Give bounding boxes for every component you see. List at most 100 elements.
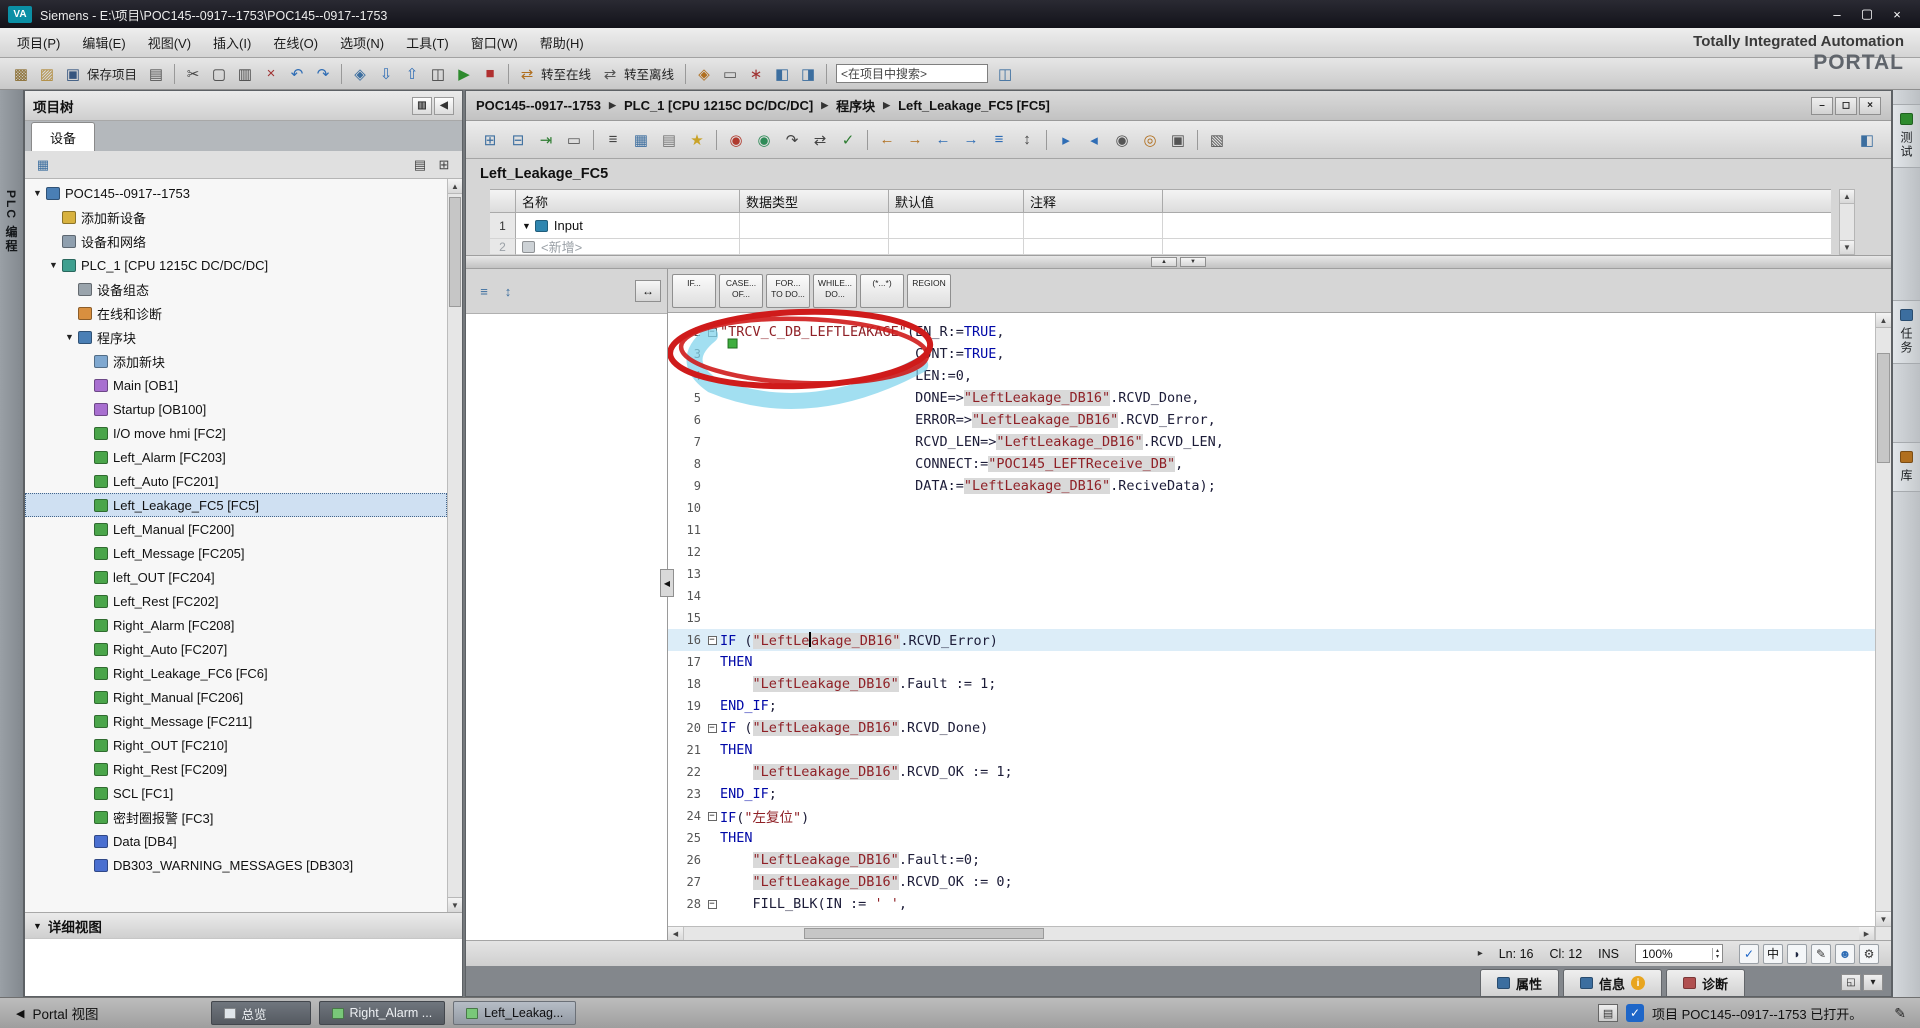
fold-minus-icon[interactable]: − [708,328,717,337]
code-line[interactable]: 14 [668,585,1875,607]
paste-icon[interactable]: ▥ [233,62,257,86]
absolute-operands-icon[interactable]: ≡ [600,127,626,153]
code-line[interactable]: 4 LEN:=0, [668,365,1875,387]
print-icon[interactable]: ▤ [144,62,168,86]
interface-default-cell[interactable] [889,213,1024,239]
tree-item[interactable]: I/O move hmi [FC2] [25,421,447,445]
snippet-tab[interactable]: WHILE...DO... [813,274,857,308]
tree-item[interactable]: Right_Leakage_FC6 [FC6] [25,661,447,685]
goto-prev-icon[interactable]: ← [930,127,956,153]
fold-minus-icon[interactable]: − [708,636,717,645]
code-line[interactable]: 13 [668,563,1875,585]
zoom-spinner[interactable]: ▴ ▾ [1712,948,1722,960]
code-line[interactable]: 23END_IF; [668,783,1875,805]
upload-icon[interactable]: ⇧ [400,62,424,86]
outdent-icon[interactable]: ← [874,127,900,153]
code-line[interactable]: 28− FILL_BLK(IN := ' ', [668,893,1875,915]
collapse-margin-icon[interactable]: ◀ [660,569,674,597]
insert-block-title-icon[interactable]: ⊞ [477,127,503,153]
tree-item[interactable]: Left_Message [FC205] [25,541,447,565]
open-project-icon[interactable]: ▨ [35,62,59,86]
breadcrumb-item[interactable]: PLC_1 [CPU 1215C DC/DC/DC] [624,98,813,113]
pen-icon[interactable]: ✎ [1811,944,1831,964]
code-vertical-scrollbar[interactable]: ▲ ▼ [1875,313,1891,926]
tree-item[interactable]: Right_Alarm [FC208] [25,613,447,637]
snippet-tab[interactable]: REGION [907,274,951,308]
split-vertical-icon[interactable]: ◨ [796,62,820,86]
tab-诊断[interactable]: 诊断 [1666,969,1745,996]
interface-scroll-down-icon[interactable]: ▼ [1840,240,1854,254]
expand-width-icon[interactable]: ↔ [635,280,661,302]
code-line[interactable]: 20−IF ("LeftLeakage_DB16".RCVD_Done) [668,717,1875,739]
cut-icon[interactable]: ✂ [181,62,205,86]
stop-cpu-icon[interactable]: ■ [478,62,502,86]
menu-item[interactable]: 在线(O) [262,29,329,56]
indent-icon[interactable]: → [902,127,928,153]
snippet-tab[interactable]: CASE...OF... [719,274,763,308]
search-input[interactable] [836,64,988,83]
new-project-icon[interactable]: ▩ [9,62,33,86]
delete-icon[interactable]: × [259,62,283,86]
interface-type-cell[interactable] [740,213,889,239]
interface-row[interactable]: 1▼Input [490,213,1831,239]
expander-icon[interactable]: ▼ [47,260,60,270]
snippet-tab[interactable]: (*...*) [860,274,904,308]
code-line[interactable]: 21THEN [668,739,1875,761]
interface-default-cell[interactable] [889,239,1024,255]
code-line[interactable]: 6 ERROR=>"LeftLeakage_DB16".RCVD_Error, [668,409,1875,431]
code-line[interactable]: 8 CONNECT:="POC145_LEFTReceive_DB", [668,453,1875,475]
right-rail-tab-任务[interactable]: 任务 [1893,300,1920,364]
receive-alarms-icon[interactable]: ▭ [718,62,742,86]
minimize-editor-button[interactable]: – [1811,97,1833,115]
collapse-panel-icon[interactable]: ◀ [434,97,454,115]
network-comments-icon[interactable]: ▤ [656,127,682,153]
menu-item[interactable]: 视图(V) [137,29,202,56]
code-line[interactable]: 26 "LeftLeakage_DB16".Fault:=0; [668,849,1875,871]
fold-icon[interactable]: − [704,900,720,909]
fold-icon[interactable]: − [704,636,720,645]
plc-programming-rail-label[interactable]: PLC 编程 [3,190,20,997]
code-line[interactable]: 5 DONE=>"LeftLeakage_DB16".RCVD_Done, [668,387,1875,409]
code-scroll-right-icon[interactable]: ▶ [1859,927,1875,940]
taskbar-tab[interactable]: Left_Leakag... [453,1001,576,1025]
code-hscroll-track[interactable] [684,927,1859,940]
tree-item[interactable]: SCL [FC1] [25,781,447,805]
sort-blocks-icon[interactable]: ≡ [473,280,495,302]
compare-blocks-icon[interactable]: ↕ [497,280,519,302]
tree-item[interactable]: left_OUT [FC204] [25,565,447,589]
tab-devices[interactable]: 设备 [31,122,95,151]
code-line[interactable]: 22 "LeftLeakage_DB16".RCVD_OK := 1; [668,761,1875,783]
check-icon[interactable]: ✓ [1739,944,1759,964]
fold-minus-icon[interactable]: − [708,812,717,821]
syntax-check-icon[interactable]: ✓ [835,127,861,153]
fold-icon[interactable]: − [704,724,720,733]
zoom-down-icon[interactable]: ▾ [1716,954,1719,960]
online-diagnostics-icon[interactable]: ◈ [692,62,716,86]
tree-item[interactable]: Left_Auto [FC201] [25,469,447,493]
expander-icon[interactable]: ▼ [31,188,44,198]
code-scroll-left-icon[interactable]: ◀ [668,927,684,940]
tree-item[interactable]: DB303_WARNING_MESSAGES [DB303] [25,853,447,877]
code-line[interactable]: 24−IF("左复位") [668,805,1875,827]
menu-item[interactable]: 帮助(H) [529,29,595,56]
tree-item[interactable]: Right_Manual [FC206] [25,685,447,709]
interface-splitter[interactable]: ▲ ▼ [466,255,1891,269]
status-expand-icon[interactable]: ▸ [1478,948,1483,959]
tree-item[interactable]: Left_Alarm [FC203] [25,445,447,469]
gear-icon[interactable]: ⚙ [1859,944,1879,964]
minimize-button[interactable]: – [1822,4,1852,24]
expander-icon[interactable]: ▼ [522,221,531,231]
tree-scroll-up-icon[interactable]: ▲ [448,179,462,194]
tree-item[interactable]: Left_Rest [FC202] [25,589,447,613]
code-line[interactable]: 11 [668,519,1875,541]
bookmark-prev-icon[interactable]: ◂ [1081,127,1107,153]
favorites-icon[interactable]: ★ [684,127,710,153]
device-snapshot-icon[interactable]: ◫ [426,62,450,86]
interface-comment-cell[interactable] [1024,213,1163,239]
code-line[interactable]: 15 [668,607,1875,629]
taskbar-tab[interactable]: Right_Alarm ... [319,1001,446,1025]
breadcrumb-item[interactable]: POC145--0917--1753 [476,98,601,113]
code-line[interactable]: 12 [668,541,1875,563]
expand-all-icon[interactable]: ▤ [409,154,431,176]
extended-view-icon[interactable]: ⊞ [433,154,455,176]
